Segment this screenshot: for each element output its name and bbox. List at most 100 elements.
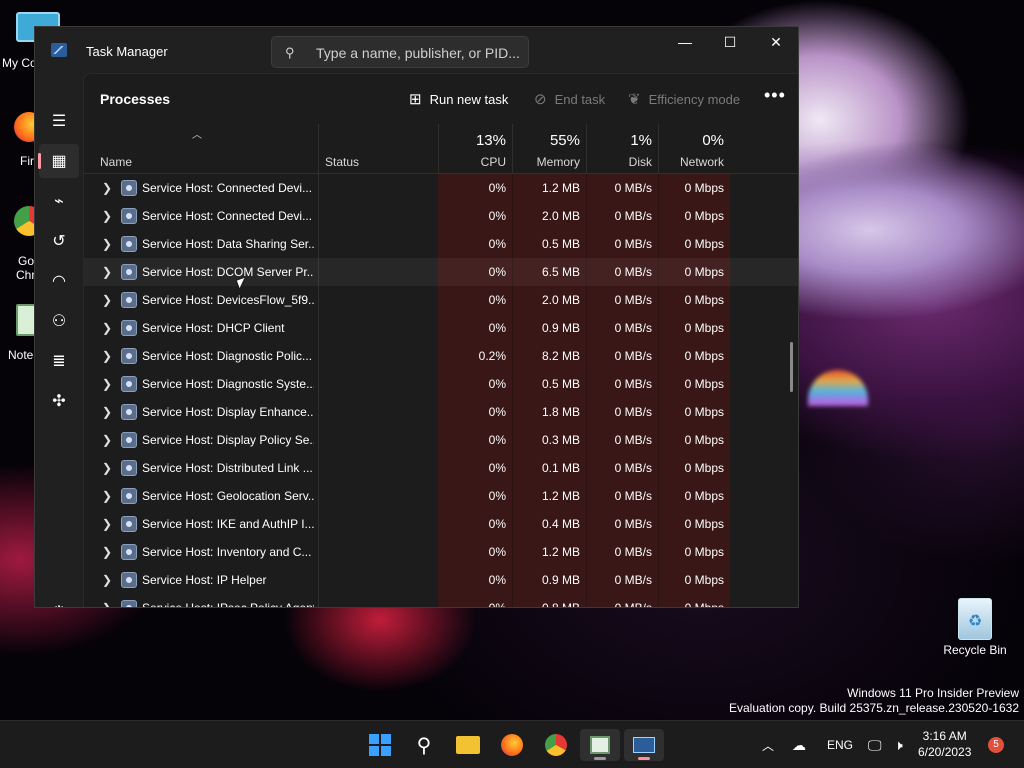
- process-network: 0 Mbps: [684, 321, 724, 335]
- process-row[interactable]: ❯ Service Host: Inventory and C... 0% 1.2 M…: [84, 538, 798, 566]
- hamburger-menu-button[interactable]: ☰: [39, 104, 79, 138]
- nav-services[interactable]: ✣: [39, 384, 79, 418]
- column-header-status[interactable]: Status: [318, 124, 438, 174]
- process-name: Service Host: Geolocation Serv...: [142, 489, 314, 503]
- search-input[interactable]: [316, 43, 521, 63]
- expand-chevron-icon[interactable]: ❯: [102, 517, 112, 531]
- process-row[interactable]: ❯ Service Host: Diagnostic Syste... 0% 0.5 …: [84, 370, 798, 398]
- puzzle-icon: ✣: [52, 393, 66, 410]
- service-host-icon: [121, 376, 137, 392]
- status-label: Status: [325, 155, 360, 169]
- process-network: 0 Mbps: [684, 545, 724, 559]
- network-tray[interactable]: 🖵: [868, 721, 882, 768]
- start-button[interactable]: [360, 729, 400, 761]
- expand-chevron-icon[interactable]: ❯: [102, 377, 112, 391]
- nav-details[interactable]: ≣: [39, 344, 79, 378]
- process-row[interactable]: ❯ Service Host: IP Helper 0% 0.9 MB 0 MB/s 0 …: [84, 566, 798, 594]
- nav-app-history[interactable]: ↺: [39, 224, 79, 258]
- process-row[interactable]: ❯ Service Host: IPsec Policy Agent 0% 0.8 M…: [84, 594, 798, 608]
- efficiency-mode-label: Efficiency mode: [648, 91, 741, 107]
- end-task-icon: ⊘: [534, 91, 547, 108]
- history-icon: ↺: [52, 233, 66, 250]
- notification-badge[interactable]: 5: [988, 737, 1004, 753]
- page-title: Processes: [100, 91, 171, 107]
- process-row[interactable]: ❯ Service Host: Data Sharing Ser... 0% 0.5 …: [84, 230, 798, 258]
- process-name: Service Host: IPsec Policy Agent: [142, 601, 314, 608]
- process-memory: 0.8 MB: [541, 601, 580, 608]
- process-disk: 0 MB/s: [614, 545, 652, 559]
- column-header-disk[interactable]: 1% Disk: [586, 124, 658, 174]
- volume-tray[interactable]: 🕨: [894, 721, 903, 768]
- efficiency-mode-button[interactable]: ❦ Efficiency mode: [628, 88, 740, 110]
- taskbar-firefox[interactable]: [492, 729, 532, 761]
- process-row[interactable]: ❯ Service Host: Diagnostic Polic... 0.2% 8.…: [84, 342, 798, 370]
- show-hidden-icons-button[interactable]: ︿: [762, 721, 774, 768]
- process-row[interactable]: ❯ Service Host: Connected Devi... 0% 2.0 MB…: [84, 202, 798, 230]
- chrome-icon: [545, 734, 567, 756]
- nav-performance[interactable]: ⌁: [39, 184, 79, 218]
- expand-chevron-icon[interactable]: ❯: [102, 405, 112, 419]
- expand-chevron-icon[interactable]: ❯: [102, 265, 112, 279]
- service-host-icon: [121, 488, 137, 504]
- process-network: 0 Mbps: [684, 209, 724, 223]
- maximize-button[interactable]: ☐: [707, 27, 753, 57]
- taskbar-file-explorer[interactable]: [448, 729, 488, 761]
- process-cpu: 0%: [488, 601, 506, 608]
- end-task-label: End task: [554, 91, 606, 107]
- end-task-button[interactable]: ⊘ End task: [534, 88, 605, 110]
- service-host-icon: [121, 348, 137, 364]
- taskbar-chrome[interactable]: [536, 729, 576, 761]
- service-host-icon: [121, 572, 137, 588]
- expand-chevron-icon[interactable]: ❯: [102, 321, 112, 335]
- column-header-name[interactable]: Name: [100, 155, 132, 169]
- process-row[interactable]: ❯ Service Host: DCOM Server Pr... 0% 6.5 MB…: [84, 258, 798, 286]
- taskbar-search-button[interactable]: ⚲: [404, 729, 444, 761]
- column-header-network[interactable]: 0% Network: [658, 124, 730, 174]
- run-new-task-button[interactable]: ⊞ Run new task: [409, 88, 508, 110]
- onedrive-tray[interactable]: ☁: [792, 721, 806, 768]
- clock[interactable]: 3:16 AM 6/20/2023: [918, 728, 971, 760]
- process-name: Service Host: Display Enhance...: [142, 405, 314, 419]
- expand-chevron-icon[interactable]: ❯: [102, 573, 112, 587]
- expand-chevron-icon[interactable]: ❯: [102, 349, 112, 363]
- search-box[interactable]: ⚲: [271, 36, 529, 68]
- network-label: Network: [679, 155, 724, 169]
- process-row[interactable]: ❯ Service Host: Display Enhance... 0% 1.8 M…: [84, 398, 798, 426]
- language-indicator[interactable]: ENG: [827, 721, 853, 768]
- process-network: 0 Mbps: [684, 517, 724, 531]
- expand-chevron-icon[interactable]: ❯: [102, 293, 112, 307]
- nav-processes[interactable]: ▦: [38, 144, 79, 178]
- process-row[interactable]: ❯ Service Host: IKE and AuthIP I... 0% 0.4 …: [84, 510, 798, 538]
- expand-chevron-icon[interactable]: ❯: [102, 181, 112, 195]
- process-row[interactable]: ❯ Service Host: Display Policy Se... 0% 0.3…: [84, 426, 798, 454]
- process-row[interactable]: ❯ Service Host: Connected Devi... 0% 1.2 MB…: [84, 174, 798, 202]
- nav-startup-apps[interactable]: ◠: [39, 264, 79, 298]
- more-options-button[interactable]: •••: [764, 85, 786, 106]
- nav-users[interactable]: ⚇: [39, 304, 79, 338]
- expand-chevron-icon[interactable]: ❯: [102, 237, 112, 251]
- expand-chevron-icon[interactable]: ❯: [102, 489, 112, 503]
- expand-chevron-icon[interactable]: ❯: [102, 461, 112, 475]
- process-row[interactable]: ❯ Service Host: Geolocation Serv... 0% 1.2 …: [84, 482, 798, 510]
- vertical-scrollbar[interactable]: [790, 342, 793, 392]
- expand-chevron-icon[interactable]: ❯: [102, 433, 112, 447]
- process-row[interactable]: ❯ Service Host: DHCP Client 0% 0.9 MB 0 MB/s…: [84, 314, 798, 342]
- process-row[interactable]: ❯ Service Host: DevicesFlow_5f9... 0% 2.0 M…: [84, 286, 798, 314]
- process-network: 0 Mbps: [684, 377, 724, 391]
- nav-settings[interactable]: ⚙: [39, 595, 79, 607]
- title-bar[interactable]: Task Manager ⚲ — ☐ ✕: [35, 27, 798, 73]
- expand-chevron-icon[interactable]: ❯: [102, 545, 112, 559]
- process-row[interactable]: ❯ Service Host: Distributed Link ... 0% 0.1…: [84, 454, 798, 482]
- close-button[interactable]: ✕: [753, 27, 798, 57]
- taskbar-task-manager[interactable]: [624, 729, 664, 761]
- expand-chevron-icon[interactable]: ❯: [102, 209, 112, 223]
- clock-time: 3:16 AM: [922, 729, 967, 743]
- desktop-icon-recycle-bin[interactable]: ♻ Recycle Bin: [940, 598, 1010, 657]
- column-header-cpu[interactable]: 13% CPU: [438, 124, 512, 174]
- windows-logo-icon: [369, 734, 391, 756]
- expand-chevron-icon[interactable]: ❯: [102, 601, 112, 607]
- column-header-memory[interactable]: 55% Memory: [512, 124, 586, 174]
- minimize-button[interactable]: —: [662, 27, 708, 57]
- process-cpu: 0%: [488, 293, 506, 307]
- taskbar-notepad[interactable]: [580, 729, 620, 761]
